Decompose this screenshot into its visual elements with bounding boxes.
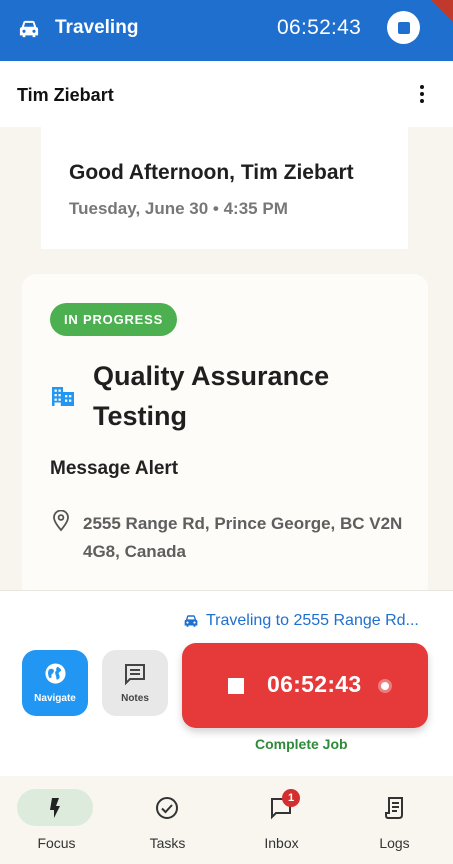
user-name: Tim Ziebart [17,85,114,105]
job-timer: 06:52:43 [267,671,362,697]
car-icon [19,20,39,38]
nav-tasks[interactable]: Tasks [111,776,224,864]
inbox-badge: 1 [282,789,300,807]
location-pin-icon [53,510,69,532]
job-title: Quality Assurance Testing [93,361,330,431]
building-icon [52,387,74,406]
nav-logs-label: Logs [379,835,410,851]
greeting-text: Good Afternoon, Tim Ziebart [69,161,354,184]
navigate-label: Navigate [34,693,76,704]
check-circle-icon [156,797,178,819]
bolt-icon [50,798,60,818]
notes-icon [125,664,145,686]
nav-logs[interactable]: Logs [338,776,451,864]
stop-icon [397,21,410,34]
travel-status-bar: Traveling 06:52:43 [0,0,453,61]
app-header: Tim Ziebart [0,61,453,127]
more-vert-icon[interactable] [412,83,432,107]
nav-tasks-label: Tasks [149,835,186,851]
nav-inbox-label: Inbox [264,835,299,851]
nav-focus-label: Focus [37,835,76,851]
status-badge: IN PROGRESS [50,303,178,336]
stop-icon [228,678,244,694]
car-icon [184,615,198,627]
traveling-text: Traveling to 2555 Range Rd... [206,612,419,629]
travel-status-title: Traveling [55,17,139,38]
bottom-navigation: Focus Tasks Inbox 1 Logs [0,776,453,864]
greeting-date: Tuesday, June 30 • 4:35 PM [69,199,288,218]
nav-focus[interactable]: Focus [0,776,113,864]
recording-dot-icon [381,682,389,690]
stop-travel-button[interactable] [387,11,420,44]
message-alert: Message Alert [50,458,179,479]
job-address: 2555 Range Rd, Prince George, BC V2N 4G8… [83,514,403,561]
traveling-to-link[interactable]: Traveling to 2555 Range Rd... [183,612,419,630]
navigate-button[interactable]: Navigate [22,650,88,716]
action-sheet: Traveling to 2555 Range Rd... Navigate N… [0,590,453,776]
nav-inbox[interactable]: Inbox [225,776,338,864]
complete-job-label: Complete Job [255,736,348,752]
job-card[interactable]: IN PROGRESS Quality Assurance Testing Me… [22,274,428,604]
notes-label: Notes [121,693,149,704]
travel-timer: 06:52:43 [277,16,362,39]
debug-ribbon [431,0,453,22]
job-timer-button[interactable]: 06:52:43 [182,643,428,728]
notes-button[interactable]: Notes [102,650,168,716]
globe-icon [45,663,66,684]
greeting-card: Good Afternoon, Tim Ziebart Tuesday, Jun… [41,127,408,249]
log-icon [385,797,403,819]
